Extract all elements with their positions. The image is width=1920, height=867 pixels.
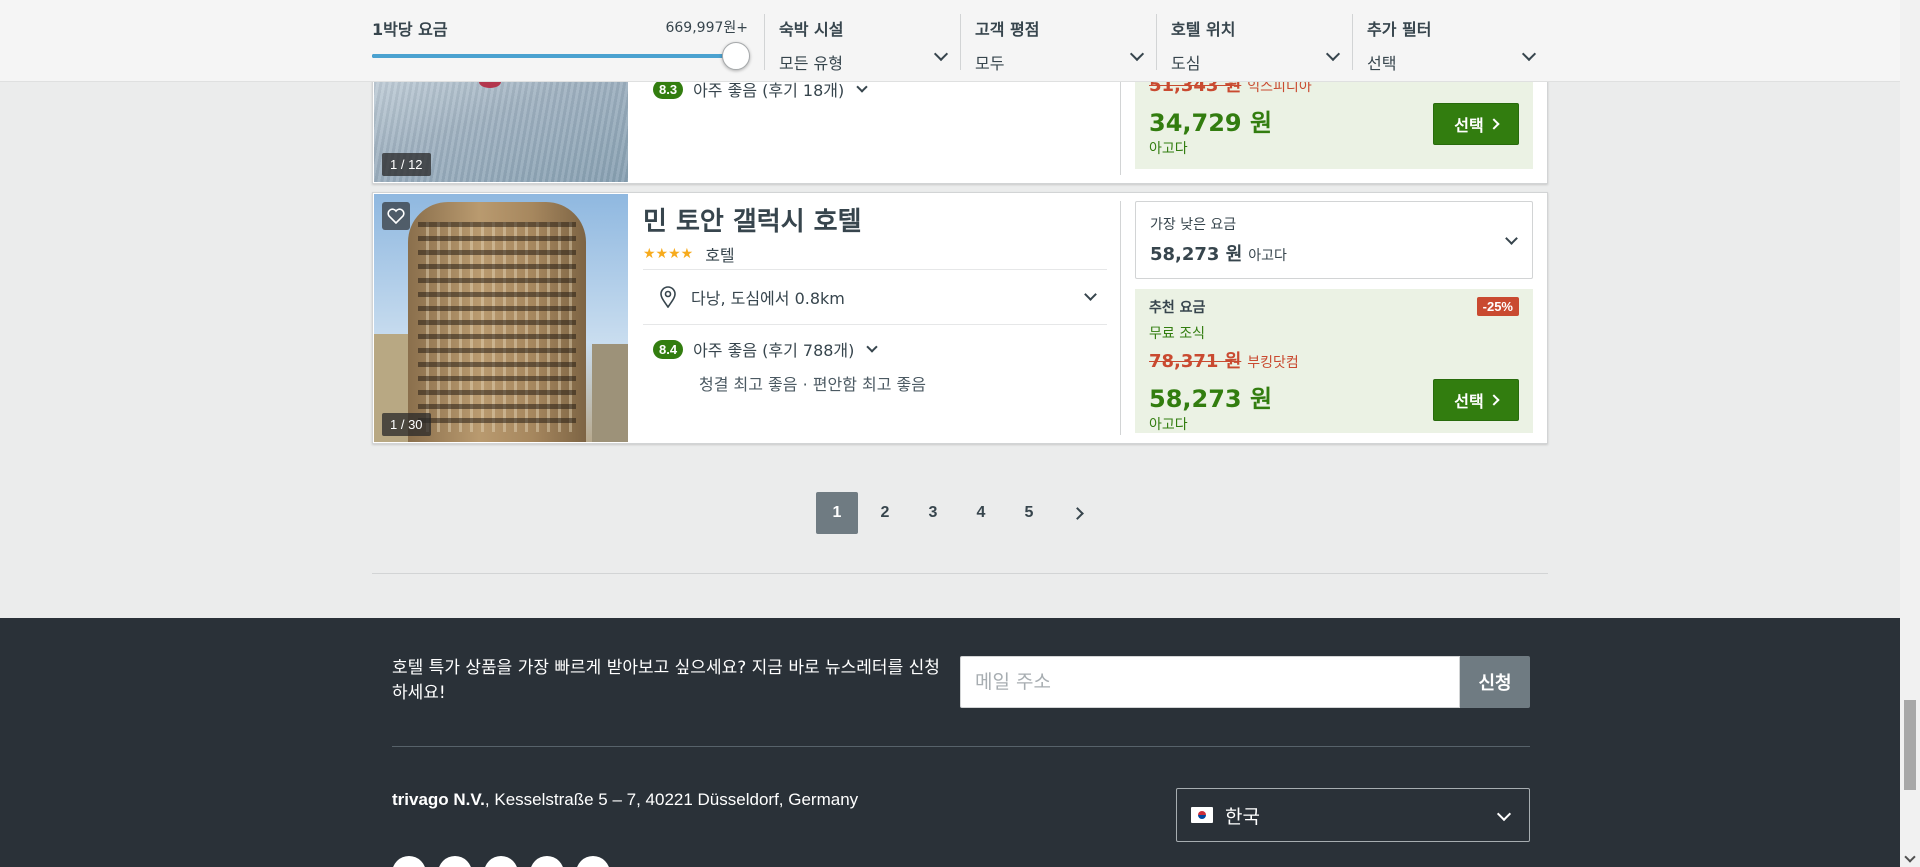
page-button[interactable]: 3 [912,492,954,534]
rating-badge: 8.4 [653,339,684,359]
filter-bar: 1박당 요금 669,997원+ 숙박 시설 모든 유형 고객 평점 모두 호텔… [0,0,1900,82]
photo-counter: 1 / 12 [382,153,431,176]
filter-value: 모두 [975,54,1005,73]
map-pin-icon [660,286,676,308]
select-deal-button[interactable]: 선택 [1433,103,1519,145]
chevron-down-icon [1496,806,1512,822]
hotel-photo[interactable]: 1 / 30 [374,194,628,442]
rating-text: 아주 좋음 (후기 788개) [693,341,855,360]
filter-label: 호텔 위치 [1171,20,1236,39]
company-address: trivago N.V., Kesselstraße 5 – 7, 40221 … [392,790,858,810]
price-slider-track[interactable] [372,54,734,58]
deal-label: 추천 요금 [1149,300,1206,316]
chevron-down-icon [866,341,879,353]
facebook-icon[interactable] [392,856,426,867]
price-max: 669,997원+ [665,20,748,36]
guest-rating-filter[interactable]: 고객 평점 모두 [960,14,1156,73]
page-button[interactable]: 2 [864,492,906,534]
price-filter: 1박당 요금 669,997원+ [372,0,764,82]
footer: 호텔 특가 상품을 가장 빠르게 받아보고 싶으세요? 지금 바로 뉴스레터를 … [0,618,1900,867]
rating-subscores: 청결 최고 좋음 · 편안함 최고 좋음 [699,375,926,394]
location-row[interactable]: 다낭, 도심에서 0.8km [643,269,1107,325]
price-slider-handle[interactable] [722,42,750,70]
hotel-name[interactable]: 민 토안 갤럭시 호텔 [643,201,1107,238]
country-select[interactable]: 한국 [1176,788,1530,842]
filter-value: 도심 [1171,54,1201,73]
country-label: 한국 [1225,805,1260,828]
divider [392,746,1530,747]
filter-value: 모든 유형 [779,54,843,73]
email-field[interactable] [960,656,1460,708]
filter-label: 숙박 시설 [779,20,844,39]
page-button[interactable]: 5 [1008,492,1050,534]
page-button[interactable]: 1 [816,492,858,534]
accommodation-filter[interactable]: 숙박 시설 모든 유형 [764,14,960,73]
deal-perk: 무료 조식 [1149,326,1205,342]
chevron-right-icon [1488,118,1500,130]
lowest-site: 아고다 [1248,248,1287,264]
chevron-down-icon[interactable] [1904,851,1916,863]
social-links [392,856,622,867]
instagram-icon[interactable] [484,856,518,867]
rating-badge: 8.3 [653,79,684,99]
hotel-card: 1 / 30 민 토안 갤럭시 호텔 ★★★★ 호텔 다낭, 도심에서 0.8k… [372,192,1548,444]
discount-badge: -25% [1476,297,1519,316]
deal-box: 추천 요금 -25% 무료 조식 78,371 원 부킹닷컴 58,273 원 아… [1135,289,1533,433]
rating-row[interactable]: 8.4 아주 좋음 (후기 788개) [643,337,879,361]
youtube-icon[interactable] [530,856,564,867]
linkedin-icon[interactable] [576,856,610,867]
subscribe-button[interactable]: 신청 [1460,656,1530,708]
lowest-price: 58,273 원 [1150,244,1243,265]
old-price: 78,371 원 [1149,351,1242,372]
newsletter-text: 호텔 특가 상품을 가장 빠르게 받아보고 싶으세요? 지금 바로 뉴스레터를 … [392,658,940,703]
divider [372,573,1548,574]
next-page-button[interactable] [1056,492,1098,534]
more-filters[interactable]: 추가 필터 선택 [1352,14,1548,73]
chevron-right-icon [1070,506,1084,520]
old-price-site: 부킹닷컴 [1247,355,1299,371]
star-rating: ★★★★ 호텔 [643,242,1107,266]
select-deal-button[interactable]: 선택 [1433,379,1519,421]
scrollbar[interactable] [1900,0,1920,867]
hotel-type: 호텔 [705,246,735,265]
location-filter[interactable]: 호텔 위치 도심 [1156,14,1352,73]
divider [1120,201,1121,435]
page-button[interactable]: 4 [960,492,1002,534]
address-text: , Kesselstraße 5 – 7, 40221 Düsseldorf, … [484,790,859,809]
price-slider-fill [372,54,734,58]
chevron-right-icon [1488,394,1500,406]
chevron-down-icon [856,81,868,93]
korea-flag-icon [1191,807,1213,823]
heart-icon[interactable] [382,202,410,230]
select-label: 선택 [1454,116,1484,135]
photo-counter: 1 / 30 [382,413,431,436]
filter-label: 추가 필터 [1367,20,1432,39]
filter-value: 선택 [1367,54,1397,73]
filter-label: 고객 평점 [975,20,1040,39]
lowest-price-box[interactable]: 가장 낮은 요금 58,273 원 아고다 [1135,201,1533,279]
scrollbar-thumb[interactable] [1904,700,1916,790]
chevron-down-icon [1084,288,1097,301]
hotel-info: 민 토안 갤럭시 호텔 ★★★★ 호텔 다낭, 도심에서 0.8km 8.4 아… [643,193,1107,443]
company-name: trivago N.V. [392,790,485,809]
pagination: 1 2 3 4 5 [816,492,1098,534]
stars-icon: ★★★★ [643,246,694,262]
twitter-icon[interactable] [438,856,472,867]
select-label: 선택 [1454,392,1484,411]
location-text: 다낭, 도심에서 0.8km [691,289,845,308]
lowest-label: 가장 낮은 요금 [1150,217,1237,233]
